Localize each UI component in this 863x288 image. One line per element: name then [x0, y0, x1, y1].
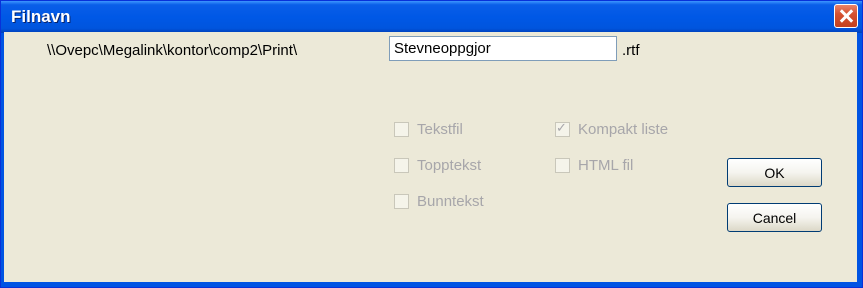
- ok-button[interactable]: OK: [727, 158, 822, 187]
- topptekst-checkbox[interactable]: Topptekst: [394, 155, 481, 175]
- checkbox-box[interactable]: [394, 121, 409, 137]
- kompakt-liste-checkbox[interactable]: Kompakt liste: [555, 119, 668, 139]
- filename-input[interactable]: [389, 36, 617, 61]
- topptekst-label: Topptekst: [417, 156, 482, 174]
- path-prefix-label: \\Ovepc\Megalink\kontor\comp2\Print\: [47, 42, 298, 59]
- cancel-button[interactable]: Cancel: [727, 203, 822, 232]
- bunntekst-checkbox[interactable]: Bunntekst: [394, 191, 484, 211]
- tekstfil-checkbox[interactable]: Tekstfil: [394, 119, 463, 139]
- title-bar[interactable]: Filnavn: [1, 1, 862, 33]
- checkbox-box[interactable]: [394, 193, 409, 209]
- html-fil-checkbox[interactable]: HTML fil: [555, 155, 633, 175]
- checkbox-checked-icon[interactable]: [555, 120, 570, 137]
- kompakt-liste-label: Kompakt liste: [578, 120, 669, 138]
- extension-label: .rtf: [622, 42, 640, 59]
- tekstfil-label: Tekstfil: [417, 120, 463, 138]
- html-fil-label: HTML fil: [578, 156, 634, 174]
- bunntekst-label: Bunntekst: [417, 192, 484, 210]
- window-title: Filnavn: [11, 7, 71, 26]
- close-icon[interactable]: [834, 4, 858, 28]
- checkbox-box[interactable]: [555, 157, 570, 173]
- checkbox-box[interactable]: [394, 157, 409, 173]
